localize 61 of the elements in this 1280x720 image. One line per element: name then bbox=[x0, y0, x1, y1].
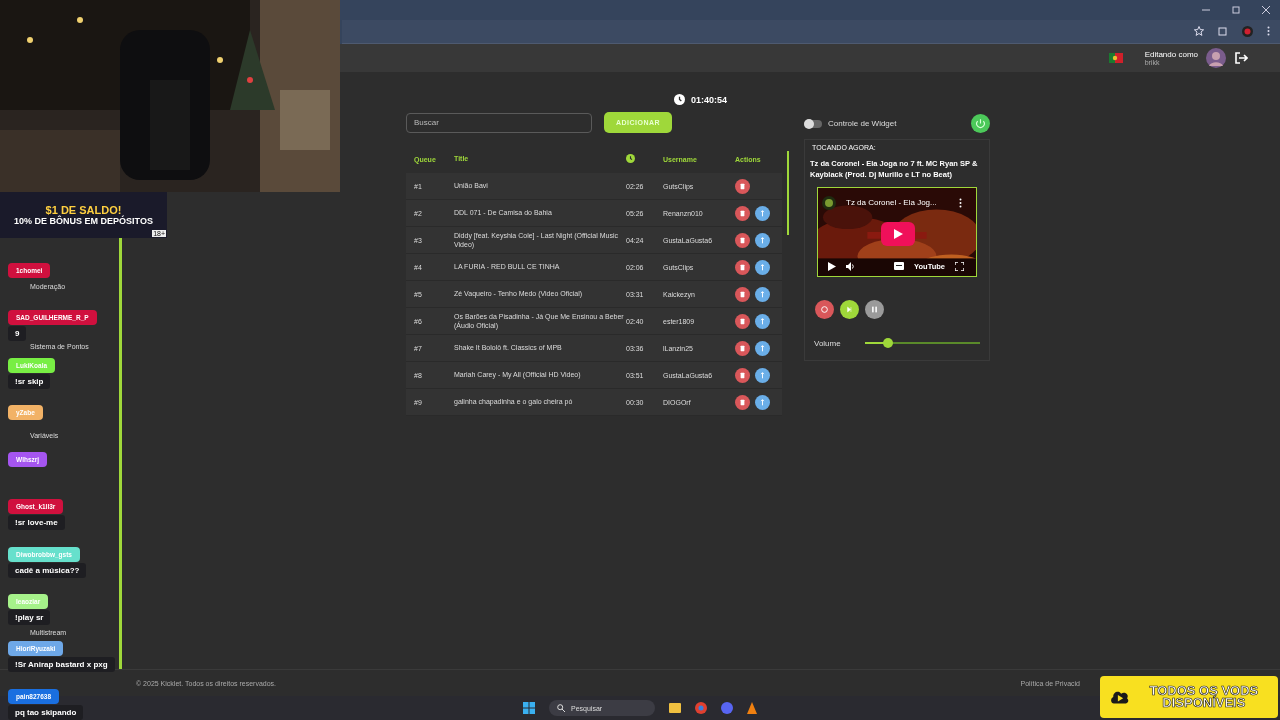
power-button[interactable] bbox=[971, 114, 990, 133]
pause-button[interactable] bbox=[865, 299, 884, 319]
ad-headline: $1 DE SALDO! bbox=[45, 204, 122, 216]
chat-message: 9 bbox=[8, 326, 27, 342]
editing-label: Editando como bbox=[1144, 50, 1198, 59]
logout-icon[interactable] bbox=[1234, 51, 1248, 65]
widget-label: Controle de Widget bbox=[828, 119, 898, 128]
delete-button[interactable] bbox=[735, 313, 750, 329]
windows-icon[interactable] bbox=[523, 702, 535, 714]
move-up-button[interactable] bbox=[755, 205, 770, 221]
more-icon[interactable] bbox=[959, 197, 962, 208]
captions-icon[interactable] bbox=[894, 262, 905, 271]
chat-app-icon[interactable] bbox=[721, 702, 733, 714]
play-icon[interactable] bbox=[828, 261, 836, 271]
scrollbar[interactable] bbox=[787, 151, 789, 235]
speaker-icon[interactable] bbox=[846, 261, 855, 271]
delete-button[interactable] bbox=[735, 367, 750, 383]
timer-text: 01:40:54 bbox=[691, 94, 728, 105]
avatar bbox=[1206, 48, 1226, 68]
move-up-button[interactable] bbox=[755, 286, 770, 302]
search-field[interactable]: Buscar bbox=[406, 112, 592, 133]
chat-message: !sr skip bbox=[8, 373, 51, 389]
clock-icon bbox=[626, 154, 635, 163]
cone-icon[interactable] bbox=[747, 702, 757, 714]
play-button[interactable] bbox=[881, 221, 915, 246]
browser-icon[interactable] bbox=[695, 702, 707, 714]
chat-message: cadê a música?? bbox=[8, 562, 87, 578]
move-up-button[interactable] bbox=[755, 259, 770, 275]
close-icon[interactable] bbox=[1262, 5, 1270, 14]
more-icon[interactable] bbox=[1267, 26, 1270, 37]
delete-button[interactable] bbox=[735, 286, 750, 302]
ad-subline: 10% DE BÔNUS EM DEPÓSITOS bbox=[14, 216, 153, 226]
star-icon[interactable] bbox=[1194, 26, 1204, 37]
chat-message: !Sr Anirap bastard x pxg bbox=[8, 657, 115, 673]
delete-button[interactable] bbox=[735, 259, 750, 275]
move-up-button[interactable] bbox=[755, 313, 770, 329]
fullscreen-icon[interactable] bbox=[955, 261, 964, 271]
skip-button[interactable] bbox=[840, 299, 859, 319]
delete-button[interactable] bbox=[735, 394, 750, 410]
move-up-button[interactable] bbox=[755, 340, 770, 356]
move-up-button[interactable] bbox=[755, 394, 770, 410]
vods-badge: TODOS OS VODS DISPONÍVEIS bbox=[1100, 676, 1278, 718]
move-up-button[interactable] bbox=[755, 367, 770, 383]
channel-avatar bbox=[822, 195, 836, 210]
slider-thumb[interactable] bbox=[882, 338, 893, 349]
search-icon bbox=[557, 704, 565, 712]
volume-label: Volume bbox=[814, 338, 841, 348]
restore-icon[interactable] bbox=[1232, 5, 1240, 14]
delete-button[interactable] bbox=[735, 340, 750, 356]
flag-icon bbox=[1108, 53, 1123, 63]
delete-button[interactable] bbox=[735, 232, 750, 248]
video-title: Tz da Coronel - Ela Jog... bbox=[846, 198, 938, 208]
stop-button[interactable] bbox=[815, 299, 834, 319]
move-up-button[interactable] bbox=[755, 232, 770, 248]
widget-toggle[interactable] bbox=[804, 119, 822, 128]
chat-message: !play sr bbox=[8, 610, 51, 626]
delete-button[interactable] bbox=[735, 178, 750, 194]
clock-icon bbox=[674, 94, 685, 105]
delete-button[interactable] bbox=[735, 205, 750, 221]
chat-message: !sr love-me bbox=[8, 515, 65, 531]
profile-icon[interactable] bbox=[1242, 25, 1253, 37]
